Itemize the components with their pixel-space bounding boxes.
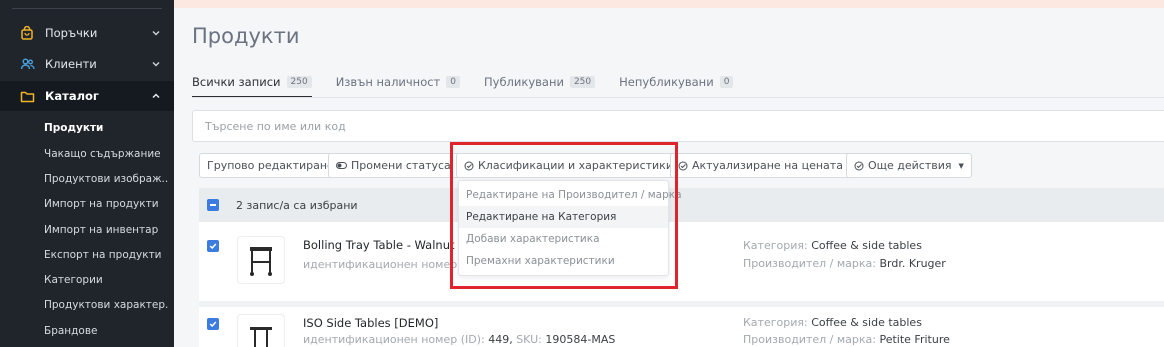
tab-count-badge: 250 xyxy=(569,76,596,88)
sidebar-subitem-product-export[interactable]: Експорт на продукти xyxy=(44,249,169,261)
tab-count-badge: 0 xyxy=(446,76,460,88)
brand-value: Brdr. Kruger xyxy=(879,257,946,270)
tab-all-records[interactable]: Всички записи 250 xyxy=(192,68,312,98)
sidebar-subitem-inventory-import[interactable]: Импорт на инвентар xyxy=(44,224,169,236)
change-status-dropdown[interactable]: Промени статуса ▼ xyxy=(328,153,472,178)
sidebar-item-label: Клиенти xyxy=(45,57,97,71)
brand-label: Производител / марка: xyxy=(743,333,876,346)
check-circle-icon xyxy=(854,161,864,171)
sidebar-subitem-products[interactable]: Продукти xyxy=(44,122,169,134)
tab-label: Извън наличност xyxy=(335,75,441,89)
product-category: Категория: Coffee & side tables xyxy=(743,239,922,252)
sidebar-subitem-pending-content[interactable]: Чакащо съдържание xyxy=(44,148,169,160)
product-thumbnail[interactable] xyxy=(237,236,285,284)
tab-published[interactable]: Публикувани 250 xyxy=(484,68,596,98)
menu-item-edit-brand[interactable]: Редактиране на Производител / марка xyxy=(459,184,682,206)
tabs-divider xyxy=(192,97,1164,98)
button-label: Актуализиране на цената xyxy=(692,159,843,172)
tab-label: Всички записи xyxy=(192,75,281,89)
button-label: Групово редактиране xyxy=(207,159,334,172)
button-label: Класификации и характеристики xyxy=(478,159,673,172)
product-brand: Производител / марка: Brdr. Kruger xyxy=(743,257,946,270)
brand-label: Производител / марка: xyxy=(743,257,876,270)
caret-down-icon: ▼ xyxy=(958,161,964,170)
category-value: Coffee & side tables xyxy=(811,316,922,329)
sidebar-divider xyxy=(12,8,162,9)
tab-unpublished[interactable]: Непубликувани 0 xyxy=(619,68,734,98)
sidebar-item-catalog[interactable]: Каталог xyxy=(0,81,174,111)
status-tabs: Всички записи 250 Извън наличност 0 Публ… xyxy=(192,68,757,98)
menu-item-remove-attributes[interactable]: Премахни характеристики xyxy=(459,250,668,272)
chevron-down-icon xyxy=(152,30,160,36)
sku-value: 190584-MAS xyxy=(545,333,616,346)
sidebar-item-label: Каталог xyxy=(45,89,99,103)
row-checkbox[interactable] xyxy=(207,318,219,330)
product-thumbnail[interactable] xyxy=(237,314,285,347)
selection-count: 2 запис/а са избрани xyxy=(236,198,358,212)
tab-label: Публикувани xyxy=(484,75,564,89)
more-actions-dropdown[interactable]: Още действия ▼ xyxy=(846,153,972,178)
users-icon xyxy=(19,56,35,72)
deselect-all-checkbox[interactable] xyxy=(207,199,219,211)
menu-item-edit-category[interactable]: Редактиране на Категория xyxy=(459,206,668,228)
check-circle-icon xyxy=(678,161,688,171)
product-id-label: идентификационен номер (ID): xyxy=(303,333,485,346)
product-id-value: 449, xyxy=(488,333,513,346)
folder-icon xyxy=(19,88,35,104)
tab-count-badge: 250 xyxy=(286,76,312,88)
category-value: Coffee & side tables xyxy=(811,239,922,252)
button-label: Още действия xyxy=(868,159,952,172)
page-title: Продукти xyxy=(192,24,300,48)
sidebar-subitem-product-import[interactable]: Импорт на продукти xyxy=(44,198,169,210)
product-brand: Производител / марка: Petite Friture xyxy=(743,333,950,346)
sidebar-subitem-product-attributes[interactable]: Продуктови характер... xyxy=(44,299,169,311)
sidebar-item-clients[interactable]: Клиенти xyxy=(0,49,174,79)
sidebar-subitem-product-images[interactable]: Продуктови изображ... xyxy=(44,173,169,185)
tray-table-image xyxy=(250,247,272,276)
classifications-menu: Редактиране на Производител / марка Реда… xyxy=(458,180,682,276)
sidebar-subitem-brands[interactable]: Брандове xyxy=(44,325,169,337)
product-id: идентификационен номер (ID): 449, SKU: 1… xyxy=(303,333,615,346)
row-checkbox[interactable] xyxy=(207,240,219,252)
category-label: Категория: xyxy=(743,239,808,252)
brand-value: Petite Friture xyxy=(879,333,950,346)
bulk-edit-button[interactable]: Групово редактиране xyxy=(199,153,342,178)
search-input[interactable]: Търсене по име или код xyxy=(192,110,1164,142)
check-circle-icon xyxy=(464,161,474,171)
sidebar: Поръчки Клиенти Каталог Продукти Чакащо … xyxy=(0,0,174,347)
shopping-bag-icon xyxy=(19,25,35,41)
table-row[interactable]: Bolling Tray Table - Walnut [DEMO] идент… xyxy=(199,222,1164,301)
product-name[interactable]: ISO Side Tables [DEMO] xyxy=(303,316,438,330)
button-label: Промени статуса xyxy=(351,159,451,172)
chevron-up-icon xyxy=(152,93,160,99)
tab-label: Непубликувани xyxy=(619,75,714,89)
product-category: Категория: Coffee & side tables xyxy=(743,316,922,329)
classifications-dropdown[interactable]: Класификации и характеристики ▼ xyxy=(456,153,694,178)
sidebar-item-orders[interactable]: Поръчки xyxy=(0,18,174,48)
table-row[interactable]: ISO Side Tables [DEMO] идентификационен … xyxy=(199,307,1164,347)
menu-item-add-attribute[interactable]: Добави характеристика xyxy=(459,228,668,250)
sidebar-subitem-categories[interactable]: Категории xyxy=(44,274,169,286)
side-table-image xyxy=(250,327,272,347)
toggle-icon xyxy=(336,162,347,169)
chevron-down-icon xyxy=(152,61,160,67)
tab-count-badge: 0 xyxy=(719,76,734,88)
sku-label: SKU: xyxy=(516,333,542,346)
category-label: Категория: xyxy=(743,316,808,329)
update-price-dropdown[interactable]: Актуализиране на цената ▼ xyxy=(670,153,864,178)
tab-out-of-stock[interactable]: Извън наличност 0 xyxy=(336,68,460,98)
sidebar-item-label: Поръчки xyxy=(45,26,98,40)
alert-strip xyxy=(174,0,1164,8)
